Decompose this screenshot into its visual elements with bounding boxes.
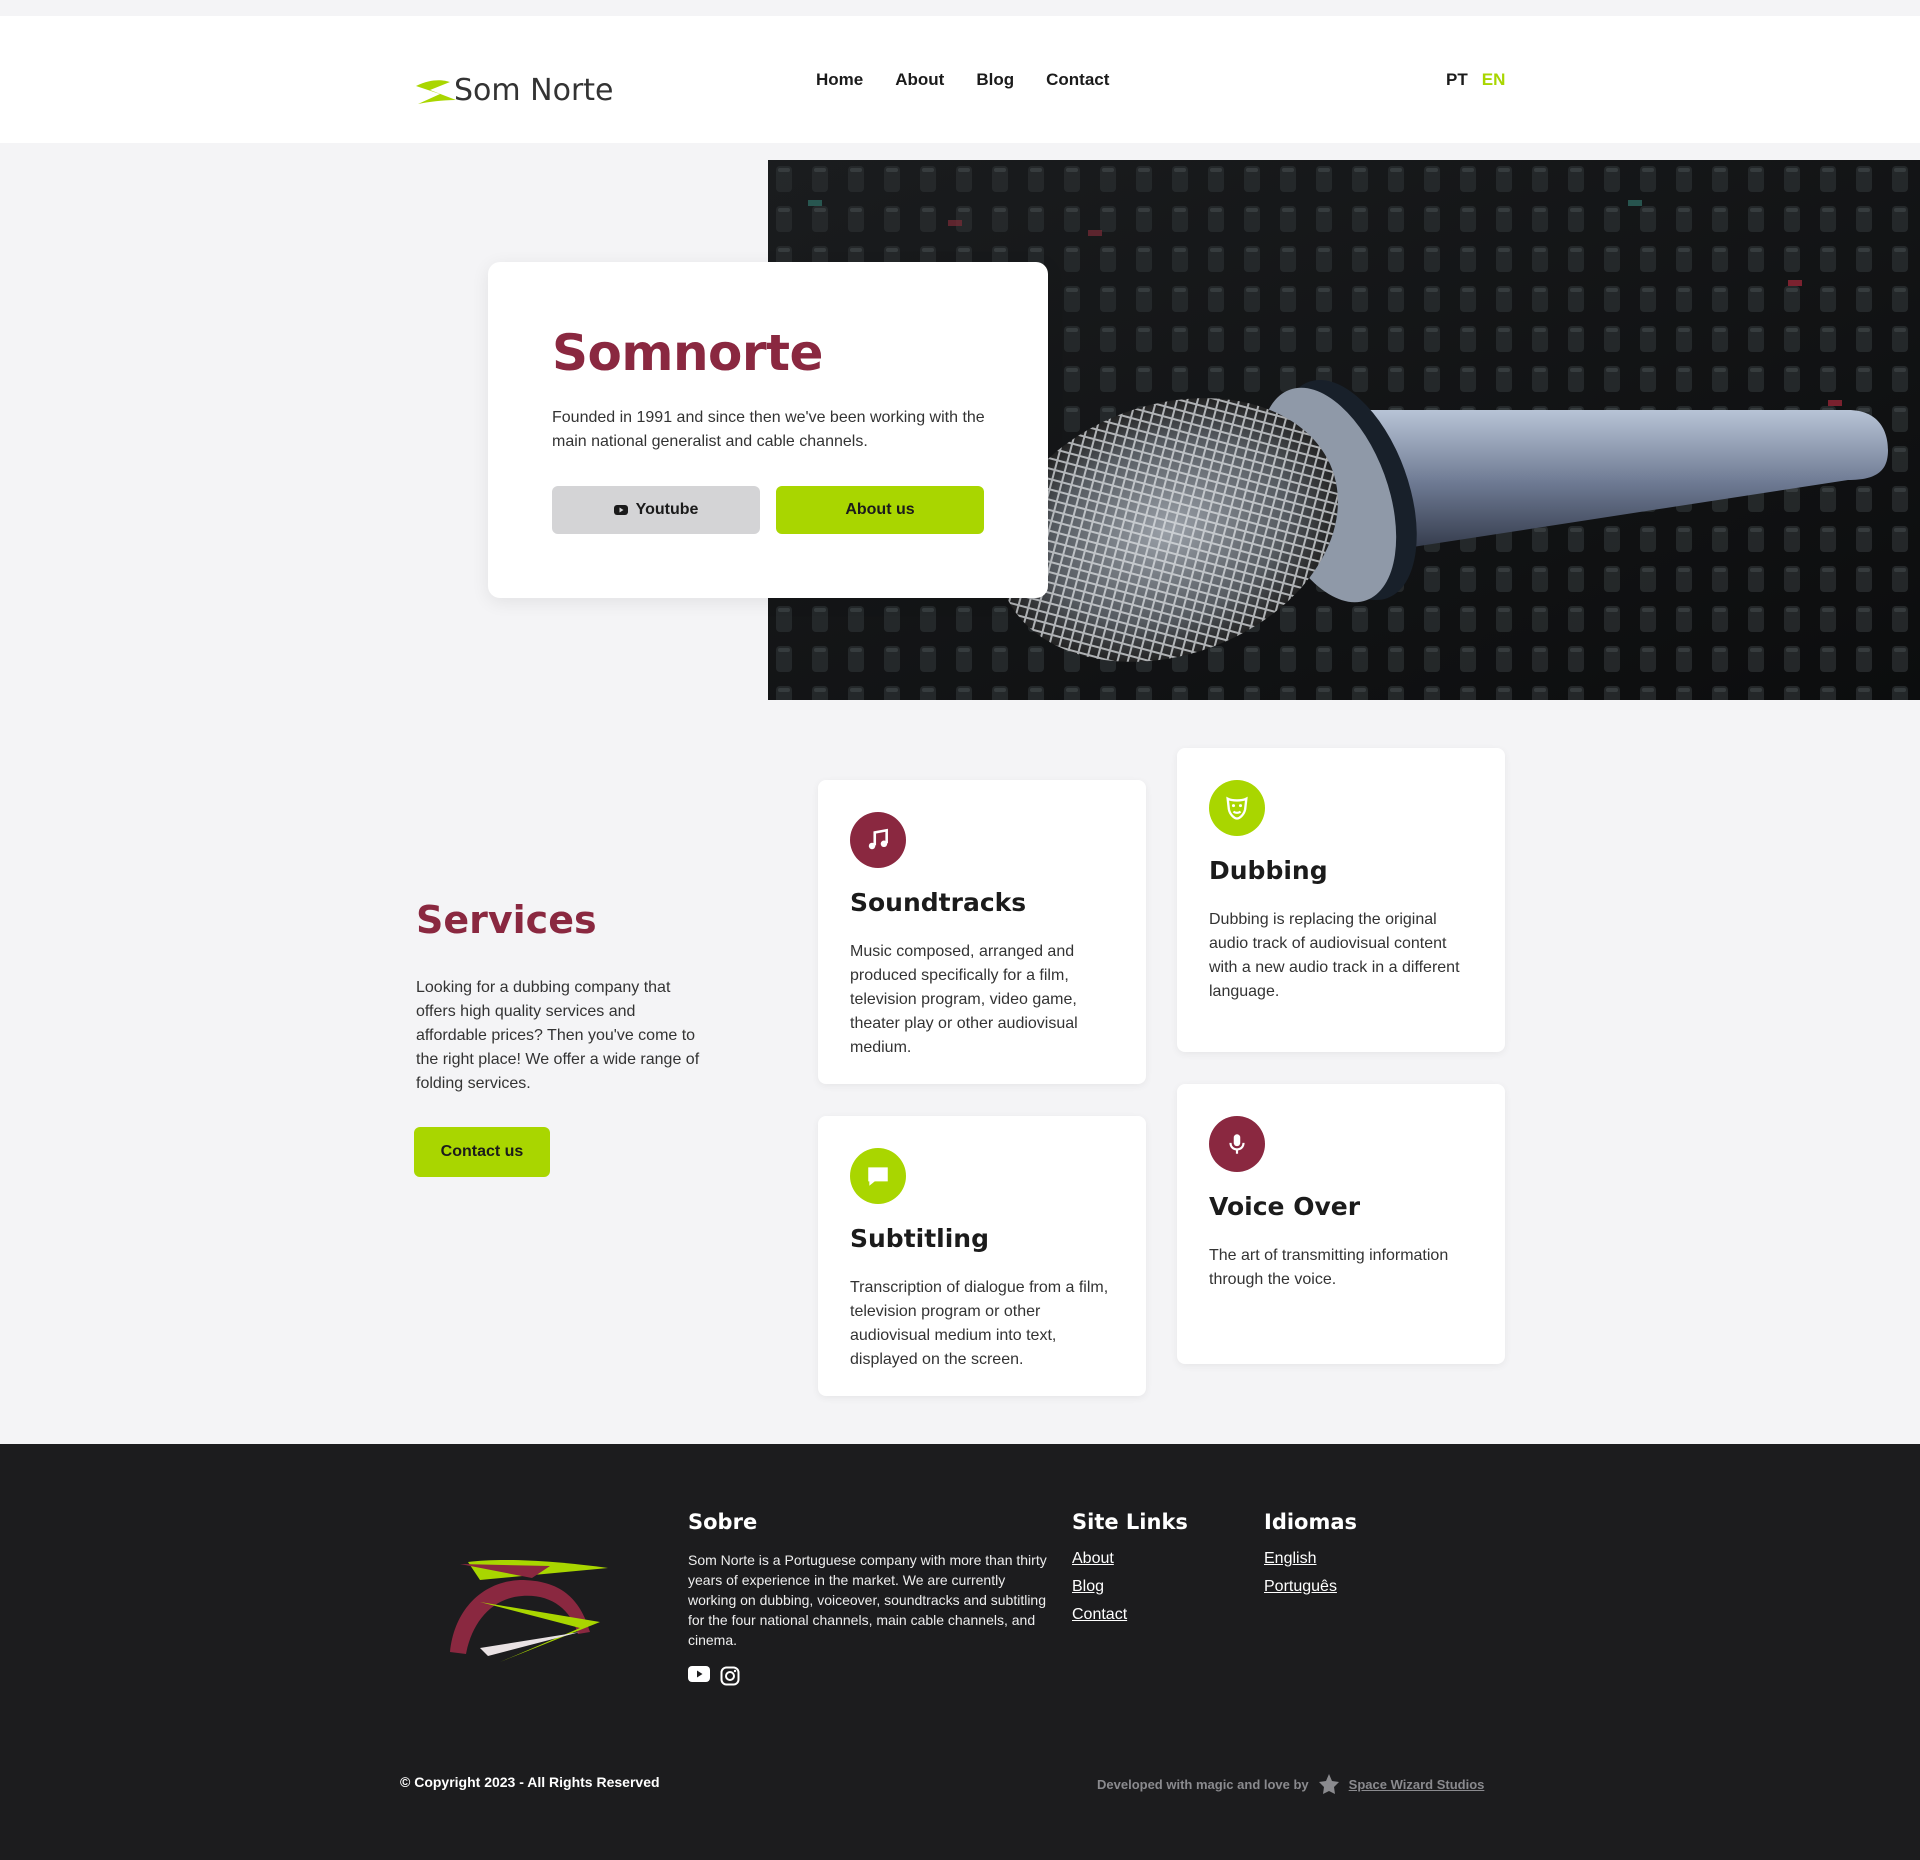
nav-home[interactable]: Home — [816, 70, 863, 90]
copyright: © Copyright 2023 - All Rights Reserved — [400, 1774, 660, 1790]
wizard-icon — [1318, 1774, 1339, 1794]
lang-en[interactable]: EN — [1482, 70, 1506, 90]
logo-mark: Som Norte — [416, 73, 614, 108]
service-card-voice-over: Voice Over The art of transmitting infor… — [1177, 1084, 1505, 1364]
top-strip — [0, 0, 1920, 16]
footer-link-about[interactable]: About — [1072, 1550, 1188, 1568]
service-card-soundtracks: Soundtracks Music composed, arranged and… — [818, 780, 1146, 1084]
service-card-title: Voice Over — [1209, 1192, 1361, 1221]
service-card-subtitling: Subtitling Transcription of dialogue fro… — [818, 1116, 1146, 1396]
microphone-icon — [1209, 1116, 1265, 1172]
developer-studio-link[interactable]: Space Wizard Studios — [1349, 1777, 1485, 1792]
footer-link-contact[interactable]: Contact — [1072, 1606, 1188, 1624]
theater-mask-icon — [1209, 780, 1265, 836]
footer-site-links: Site Links About Blog Contact — [1072, 1510, 1188, 1634]
hero-card: Somnorte Founded in 1991 and since then … — [488, 262, 1048, 598]
developer-credit-text: Developed with magic and love by — [1097, 1776, 1309, 1792]
nav-blog[interactable]: Blog — [976, 70, 1014, 90]
instagram-icon[interactable] — [720, 1666, 740, 1686]
footer-lang-title: Idiomas — [1264, 1510, 1358, 1534]
service-card-title: Soundtracks — [850, 888, 1027, 917]
service-card-title: Dubbing — [1209, 856, 1328, 885]
nav-about[interactable]: About — [895, 70, 944, 90]
footer-links-title: Site Links — [1072, 1510, 1188, 1534]
service-card-text: Dubbing is replacing the original audio … — [1209, 911, 1460, 1000]
site-header: Som Norte Home About Blog Contact PT EN — [0, 16, 1920, 143]
contact-us-button[interactable]: Contact us — [414, 1127, 550, 1177]
footer-about: Sobre Som Norte is a Portuguese company … — [688, 1510, 1048, 1686]
services-title: Services — [416, 898, 597, 942]
language-switcher: PT EN — [1446, 70, 1505, 90]
service-card-text: The art of transmitting information thro… — [1209, 1247, 1449, 1288]
service-card-text: Music composed, arranged and produced sp… — [850, 943, 1078, 1056]
logo-text-som: Som Norte — [454, 73, 614, 108]
footer-lang-english[interactable]: English — [1264, 1550, 1357, 1568]
about-us-button[interactable]: About us — [776, 486, 984, 534]
youtube-button[interactable]: Youtube — [552, 486, 760, 534]
service-card-dubbing: Dubbing Dubbing is replacing the origina… — [1177, 748, 1505, 1052]
service-card-text: Transcription of dialogue from a film, t… — [850, 1279, 1109, 1368]
lang-pt[interactable]: PT — [1446, 70, 1468, 90]
service-card-title: Subtitling — [850, 1224, 990, 1253]
youtube-icon — [613, 505, 628, 515]
music-note-icon — [850, 812, 906, 868]
footer-about-text: Som Norte is a Portuguese company with m… — [688, 1552, 1047, 1648]
main-nav: Home About Blog Contact — [816, 70, 1109, 90]
chat-bubble-icon — [850, 1148, 906, 1204]
youtube-icon[interactable] — [688, 1666, 710, 1682]
footer-lang-portugues[interactable]: Português — [1264, 1578, 1357, 1596]
logo[interactable]: Som Norte — [414, 60, 614, 120]
services-description: Looking for a dubbing company that offer… — [416, 979, 700, 1092]
hero-description: Founded in 1991 and since then we've bee… — [552, 409, 985, 450]
footer-logo[interactable] — [440, 1552, 620, 1662]
footer-languages: Idiomas English Português — [1264, 1510, 1357, 1606]
site-footer: Sobre Som Norte is a Portuguese company … — [0, 1444, 1920, 1860]
developer-credit: Developed with magic and love by Space W… — [1097, 1772, 1484, 1796]
footer-about-title: Sobre — [688, 1510, 758, 1534]
footer-link-blog[interactable]: Blog — [1072, 1578, 1188, 1596]
social-links — [688, 1666, 1048, 1686]
hero-title: Somnorte — [552, 324, 823, 382]
youtube-button-label: Youtube — [635, 501, 699, 518]
nav-contact[interactable]: Contact — [1046, 70, 1109, 90]
